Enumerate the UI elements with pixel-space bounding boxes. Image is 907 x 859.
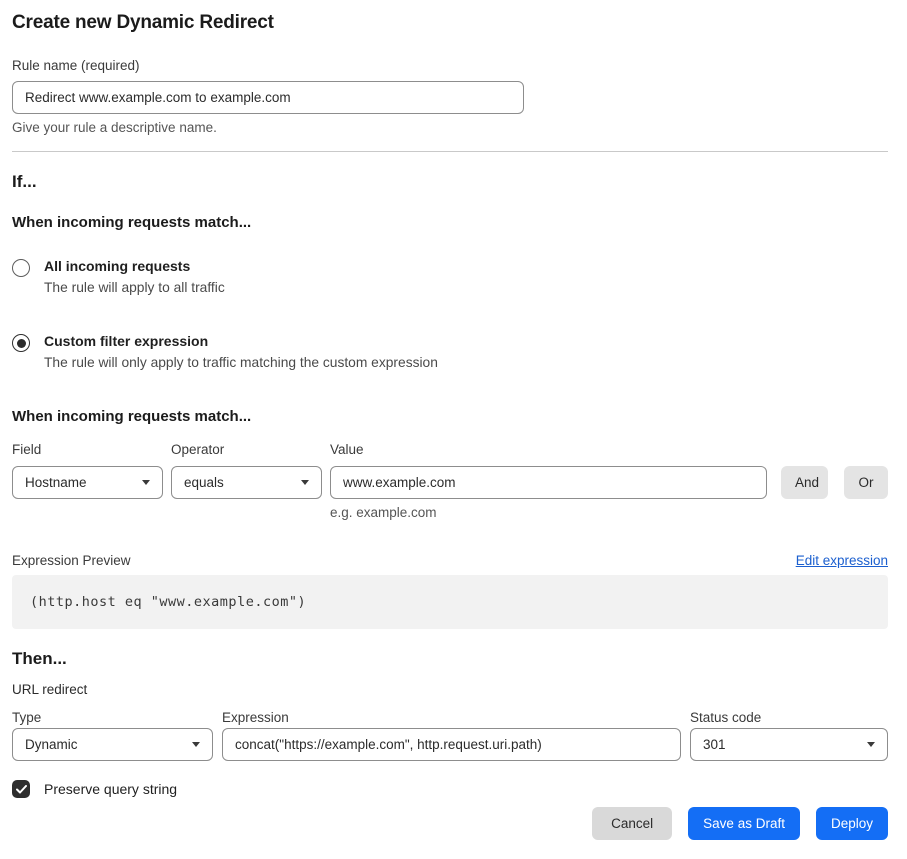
then-section-heading: Then... (12, 649, 888, 669)
radio-custom-filter-description: The rule will only apply to traffic matc… (44, 354, 438, 371)
operator-label: Operator (171, 442, 330, 457)
rule-name-helper: Give your rule a descriptive name. (12, 120, 888, 135)
expression-preview-code: (http.host eq "www.example.com") (30, 594, 306, 610)
status-code-select-value: 301 (703, 737, 726, 752)
expression-label: Expression (222, 710, 690, 725)
field-select[interactable]: Hostname (12, 466, 163, 499)
create-dynamic-redirect-form: Create new Dynamic Redirect Rule name (r… (0, 0, 907, 859)
expression-preview-label: Expression Preview (12, 553, 131, 568)
radio-all-requests-label: All incoming requests (44, 258, 225, 275)
deploy-button[interactable]: Deploy (816, 807, 888, 840)
value-helper: e.g. example.com (330, 505, 888, 520)
chevron-down-icon (192, 742, 200, 747)
or-button[interactable]: Or (844, 466, 888, 499)
operator-select-value: equals (184, 475, 224, 490)
type-label: Type (12, 710, 222, 725)
radio-all-requests-description: The rule will apply to all traffic (44, 279, 225, 296)
chevron-down-icon (867, 742, 875, 747)
status-code-label: Status code (690, 710, 888, 725)
page-title: Create new Dynamic Redirect (12, 12, 888, 34)
operator-select[interactable]: equals (171, 466, 322, 499)
value-input[interactable] (330, 466, 767, 499)
and-button[interactable]: And (781, 466, 828, 499)
rule-name-label: Rule name (required) (12, 58, 888, 73)
status-code-select[interactable]: 301 (690, 728, 888, 761)
checkbox-checked-icon[interactable] (12, 780, 30, 798)
type-select-value: Dynamic (25, 737, 78, 752)
radio-option-custom-filter[interactable]: Custom filter expression The rule will o… (12, 333, 888, 371)
cancel-button[interactable]: Cancel (592, 807, 672, 840)
chevron-down-icon (301, 480, 309, 485)
radio-custom-filter-icon[interactable] (12, 334, 30, 352)
preserve-query-row[interactable]: Preserve query string (12, 780, 888, 798)
value-label: Value (330, 442, 888, 457)
condition-heading: When incoming requests match... (12, 408, 888, 425)
type-select[interactable]: Dynamic (12, 728, 213, 761)
preserve-query-label: Preserve query string (44, 781, 177, 797)
redirect-expression-input[interactable] (222, 728, 681, 761)
field-select-value: Hostname (25, 475, 87, 490)
chevron-down-icon (142, 480, 150, 485)
edit-expression-link[interactable]: Edit expression (796, 553, 888, 568)
radio-option-all-requests[interactable]: All incoming requests The rule will appl… (12, 258, 888, 296)
if-section-heading: If... (12, 172, 888, 192)
field-label: Field (12, 442, 171, 457)
expression-preview-box: (http.host eq "www.example.com") (12, 575, 888, 629)
rule-name-input[interactable] (12, 81, 524, 114)
section-divider (12, 151, 888, 152)
url-redirect-label: URL redirect (12, 682, 888, 697)
save-as-draft-button[interactable]: Save as Draft (688, 807, 800, 840)
radio-all-requests-icon[interactable] (12, 259, 30, 277)
radio-custom-filter-label: Custom filter expression (44, 333, 438, 350)
match-heading: When incoming requests match... (12, 214, 888, 231)
